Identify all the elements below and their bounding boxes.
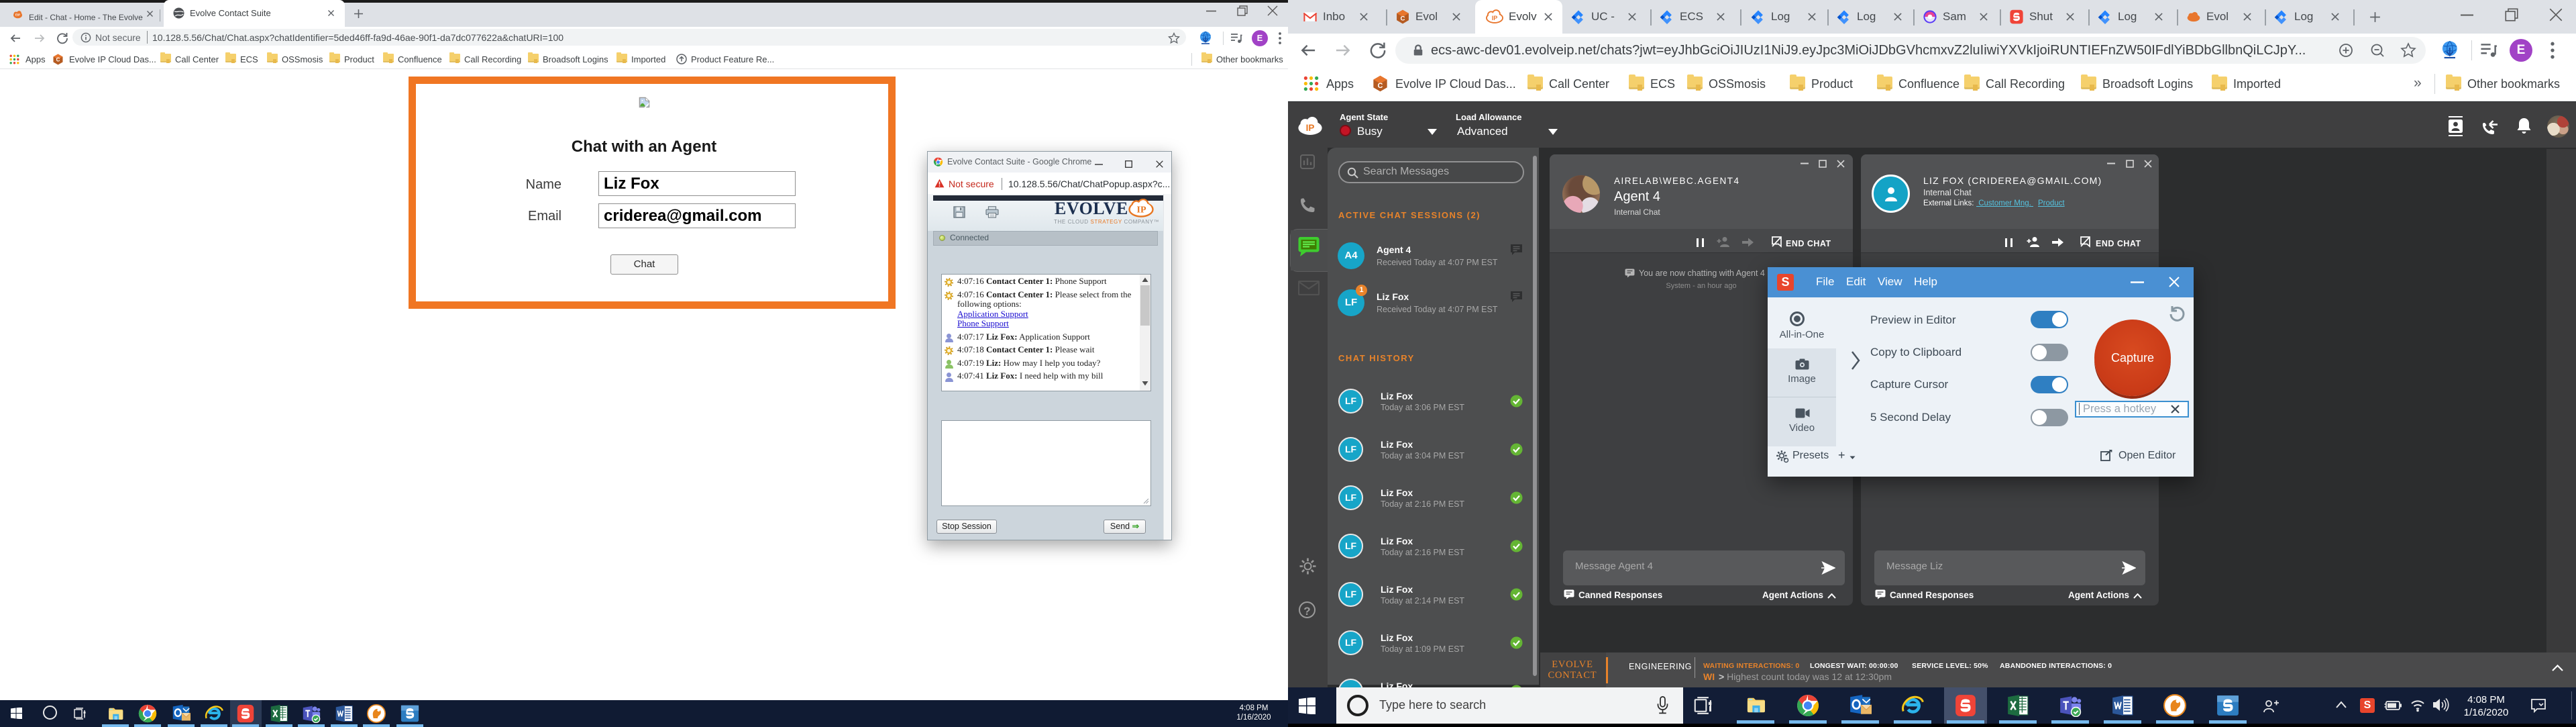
svg-text:C: C — [56, 57, 60, 63]
svg-text:EIP: EIP — [15, 13, 20, 17]
svg-text:IP: IP — [1492, 15, 1498, 21]
svg-text:IP: IP — [1137, 205, 1146, 215]
